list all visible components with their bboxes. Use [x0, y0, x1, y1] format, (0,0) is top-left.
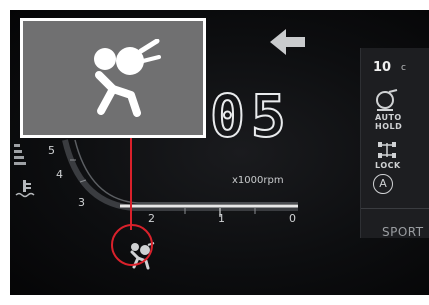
airbag-callout-box [20, 18, 206, 138]
outside-temperature-unit: c [401, 63, 406, 73]
rpm-tick-3: 3 [78, 196, 85, 209]
side-info-panel: 10 c AUTO HOLD LOCK A [360, 48, 429, 238]
callout-connector-line [130, 138, 132, 230]
speed-readout: 05 [209, 81, 292, 151]
auto-hold-icon [376, 89, 398, 111]
fuel-bars-icon [14, 144, 26, 165]
auto-hold-label-1: AUTO [375, 113, 402, 122]
rpm-unit-label: x1000rpm [232, 175, 284, 186]
auto-mode-label: A [379, 177, 387, 190]
lock-label: LOCK [375, 161, 401, 170]
auto-mode-ring: A [373, 174, 393, 194]
callout-highlight-circle [111, 224, 153, 266]
drive-mode-label: SPORT [382, 225, 424, 239]
rpm-tick-0: 0 [289, 212, 296, 225]
rpm-tick-2: 2 [148, 212, 155, 225]
auto-hold-label-2: HOLD [375, 122, 403, 131]
airbag-warning-icon [94, 39, 161, 117]
rpm-tick-1: 1 [218, 212, 225, 225]
panel-divider [361, 208, 429, 209]
screenshot-stage: 5 4 3 2 1 0 x1000rpm 05 10 c AUTO HOLD L… [0, 0, 429, 305]
coolant-temperature-icon [15, 180, 35, 198]
outside-temperature-value: 10 [373, 60, 392, 75]
rpm-tick-4: 4 [56, 168, 63, 181]
arrow-left-icon [270, 29, 305, 55]
differential-lock-icon [378, 142, 396, 158]
rpm-tick-5: 5 [48, 144, 55, 157]
